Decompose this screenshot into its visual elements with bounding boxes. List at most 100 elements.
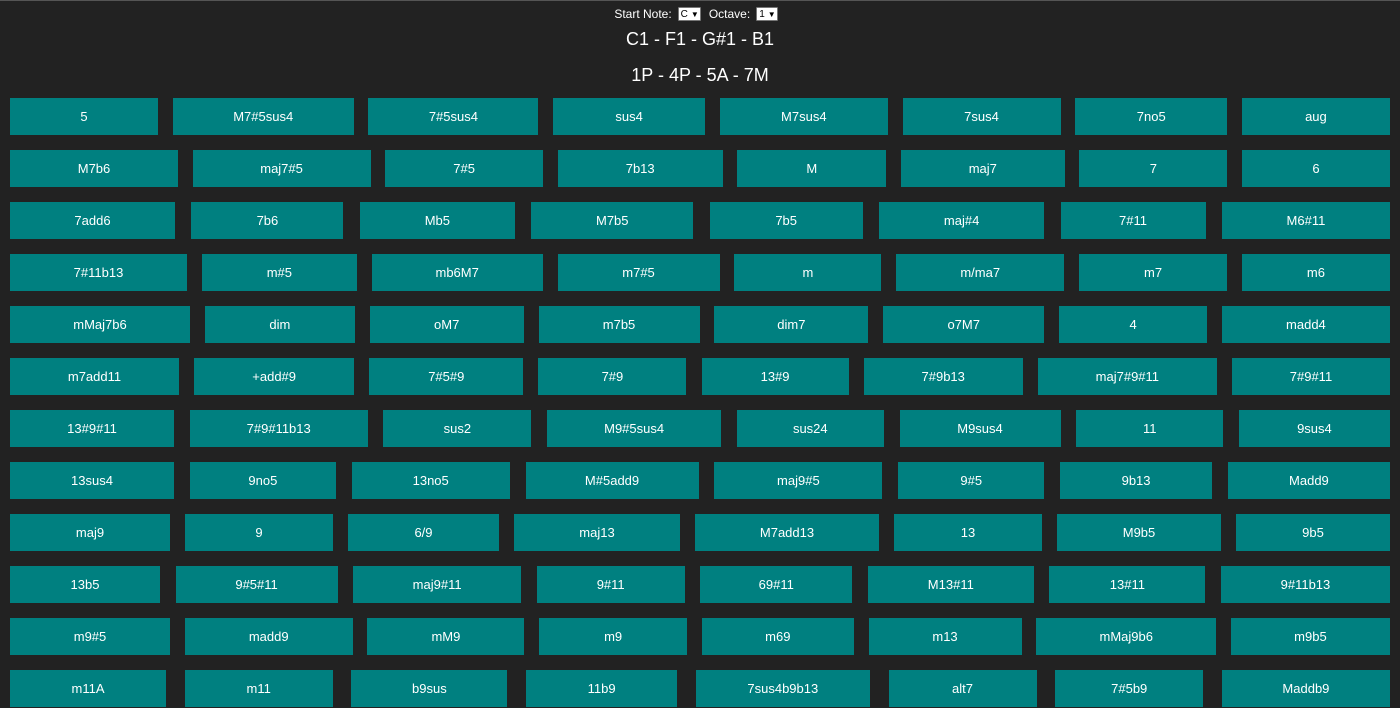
chord-button[interactable]: 4 [1059,306,1208,343]
chord-button[interactable]: mM9 [367,618,525,655]
chord-button[interactable]: maj7 [900,150,1065,187]
chord-button[interactable]: 7#11b13 [10,254,187,291]
chord-button[interactable]: 7#9#11 [1231,358,1390,395]
chord-button[interactable]: M6#11 [1221,202,1390,239]
chord-button[interactable]: m/ma7 [896,254,1065,291]
chord-button[interactable]: maj7#9#11 [1037,358,1217,395]
chord-button[interactable]: 7sus4b9b13 [695,670,870,707]
chord-button[interactable]: 9#11 [536,566,685,603]
chord-button[interactable]: 7#5sus4 [368,98,539,135]
chord-button[interactable]: 13sus4 [10,462,174,499]
chord-button[interactable]: sus24 [736,410,884,447]
chord-button[interactable]: m11 [184,670,333,707]
chord-button[interactable]: m7add11 [10,358,179,395]
chord-button[interactable]: 9no5 [189,462,336,499]
chord-button[interactable]: m7b5 [538,306,700,343]
chord-button[interactable]: 7#9 [538,358,687,395]
chord-button[interactable]: m6 [1241,254,1390,291]
chord-button[interactable]: Maddb9 [1221,670,1390,707]
chord-button[interactable]: 7#5 [385,150,544,187]
chord-button[interactable]: dim [204,306,355,343]
chord-button[interactable]: m9#5 [10,618,170,655]
chord-grid: 5 M7#5sus4 7#5sus4 sus4 M7sus4 7sus4 7no5 aug M7… [0,98,1400,707]
chord-button[interactable]: oM7 [369,306,524,343]
chord-button[interactable]: sus4 [553,98,706,135]
chord-button[interactable]: 7#5#9 [369,358,524,395]
chord-button[interactable]: M7b5 [531,202,694,239]
chord-button[interactable]: 5 [10,98,158,135]
chord-button[interactable]: 13#11 [1049,566,1206,603]
chord-button[interactable]: maj9#5 [714,462,883,499]
chord-button[interactable]: M7add13 [695,514,879,551]
chord-button[interactable]: 9#5 [898,462,1045,499]
chord-button[interactable]: o7M7 [883,306,1045,343]
chord-button[interactable]: M#5add9 [525,462,699,499]
chord-button[interactable]: 13b5 [10,566,160,603]
chord-button[interactable]: 7b6 [191,202,344,239]
chord-button[interactable]: maj#4 [879,202,1045,239]
chord-button[interactable]: 9#5#11 [175,566,338,603]
chord-button[interactable]: M9sus4 [899,410,1061,447]
chord-button[interactable]: 13#9 [701,358,849,395]
chord-button[interactable]: m69 [701,618,854,655]
chord-button[interactable]: m9 [539,618,688,655]
chord-button[interactable]: 11b9 [526,670,678,707]
chord-button[interactable]: m9b5 [1230,618,1390,655]
chord-button[interactable]: alt7 [888,670,1037,707]
chord-button[interactable]: 7no5 [1075,98,1228,135]
chord-button[interactable]: 7b13 [557,150,723,187]
chord-button[interactable]: 7#9#11b13 [189,410,368,447]
chord-button[interactable]: 7#9b13 [863,358,1023,395]
chord-button[interactable]: maj9 [10,514,170,551]
chord-button[interactable]: 69#11 [700,566,853,603]
chord-button[interactable]: M13#11 [867,566,1034,603]
chord-button[interactable]: 6 [1241,150,1390,187]
chord-button[interactable]: m7#5 [557,254,720,291]
chord-button[interactable]: maj9#11 [353,566,522,603]
chord-button[interactable]: Mb5 [359,202,515,239]
chord-button[interactable]: madd9 [184,618,353,655]
chord-button[interactable]: 9b13 [1060,462,1213,499]
chord-button[interactable]: 7 [1079,150,1228,187]
chord-button[interactable]: 11 [1076,410,1224,447]
chord-button[interactable]: 7add6 [10,202,175,239]
chord-button[interactable]: madd4 [1221,306,1390,343]
chord-button[interactable]: 9 [185,514,333,551]
chord-button[interactable]: maj13 [514,514,680,551]
chord-button[interactable]: M7#5sus4 [172,98,354,135]
start-note-select[interactable]: C ▼ [677,7,701,21]
chord-button[interactable]: mMaj9b6 [1036,618,1217,655]
chord-row: 13b5 9#5#11 maj9#11 9#11 69#11 M13#11 13#11 9#1… [10,566,1390,603]
chord-button[interactable]: m11A [10,670,166,707]
chord-button[interactable]: 7#11 [1060,202,1206,239]
chord-button[interactable]: m13 [868,618,1022,655]
chord-button[interactable]: 7#5b9 [1055,670,1204,707]
chord-button[interactable]: m [734,254,882,291]
chord-button[interactable]: M9#5sus4 [547,410,722,447]
chord-button[interactable]: 7b5 [709,202,863,239]
chord-button[interactable]: mMaj7b6 [10,306,190,343]
chord-button[interactable]: maj7#5 [192,150,371,187]
chord-button[interactable]: 9sus4 [1238,410,1390,447]
chord-button[interactable]: sus2 [383,410,532,447]
chord-button[interactable]: 13#9#11 [10,410,174,447]
chord-button[interactable]: 13no5 [351,462,510,499]
chord-button[interactable]: M [737,150,887,187]
chord-button[interactable]: 9b5 [1236,514,1390,551]
chord-button[interactable]: 6/9 [348,514,499,551]
chord-button[interactable]: dim7 [714,306,869,343]
chord-button[interactable]: M7b6 [10,150,178,187]
octave-select[interactable]: 1 ▼ [756,7,778,21]
chord-button[interactable]: mb6M7 [371,254,543,291]
chord-button[interactable]: +add#9 [194,358,355,395]
chord-button[interactable]: m#5 [201,254,357,291]
chord-button[interactable]: M7sus4 [719,98,888,135]
chord-button[interactable]: M9b5 [1057,514,1221,551]
chord-button[interactable]: m7 [1079,254,1228,291]
chord-button[interactable]: 13 [894,514,1042,551]
chord-button[interactable]: aug [1241,98,1390,135]
chord-button[interactable]: 9#11b13 [1220,566,1390,603]
chord-button[interactable]: 7sus4 [902,98,1061,135]
chord-button[interactable]: Madd9 [1227,462,1390,499]
chord-button[interactable]: b9sus [351,670,508,707]
